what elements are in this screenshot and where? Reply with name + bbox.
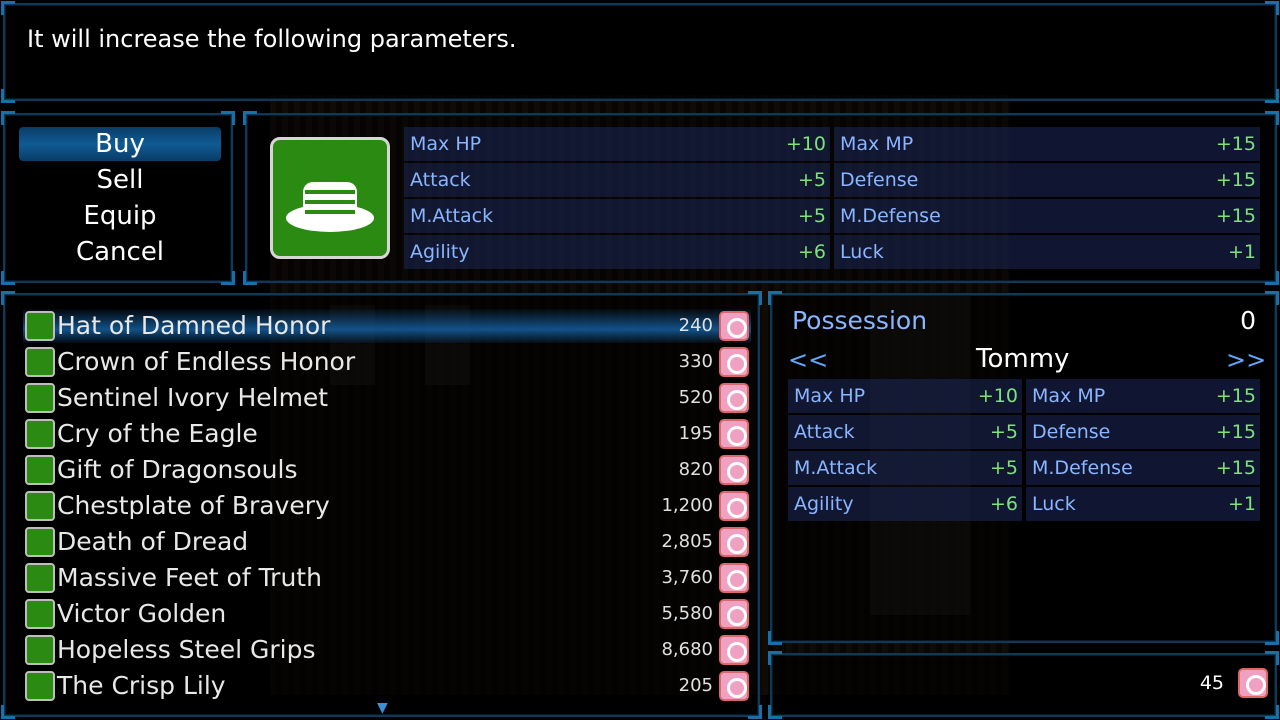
- possession-value: 0: [1240, 306, 1256, 335]
- status-stat-m-attack: M.Attack +5: [788, 451, 1022, 485]
- currency-icon: [719, 491, 749, 521]
- accessory-icon: [25, 671, 55, 701]
- detail-stat-max-hp: Max HP +10: [404, 127, 830, 161]
- equip-command[interactable]: Equip: [19, 199, 221, 233]
- status-stat-max-hp: Max HP +10: [788, 379, 1022, 413]
- list-item[interactable]: Hopeless Steel Grips 8,680: [23, 633, 751, 667]
- scroll-down-icon[interactable]: ▼: [377, 700, 388, 716]
- detail-stat-max-mp: Max MP +15: [834, 127, 1260, 161]
- helmet-icon: [25, 383, 55, 413]
- list-item[interactable]: Chestplate of Bravery 1,200: [23, 489, 751, 523]
- heavy-armor-icon: [25, 527, 55, 557]
- currency-icon: [719, 599, 749, 629]
- crown-icon: [25, 347, 55, 377]
- list-item[interactable]: Sentinel Ivory Helmet 520: [23, 381, 751, 415]
- detail-stat-attack: Attack +5: [404, 163, 830, 197]
- actor-name: Tommy: [976, 344, 1070, 374]
- list-item[interactable]: Gift of Dragonsouls 820: [23, 453, 751, 487]
- list-item[interactable]: The Crisp Lily 205: [23, 669, 751, 703]
- prev-actor-arrow[interactable]: <<: [788, 346, 828, 374]
- currency-icon: [719, 347, 749, 377]
- buy-command[interactable]: Buy: [19, 127, 221, 161]
- command-window: Buy Sell Equip Cancel: [1, 111, 235, 285]
- list-item[interactable]: Death of Dread 2,805: [23, 525, 751, 559]
- status-stat-defense: Defense +15: [1026, 415, 1260, 449]
- sell-command[interactable]: Sell: [19, 163, 221, 197]
- greaves-icon: [25, 599, 55, 629]
- currency-icon: [719, 455, 749, 485]
- status-stat-max-mp: Max MP +15: [1026, 379, 1260, 413]
- detail-stat-m-attack: M.Attack +5: [404, 199, 830, 233]
- robe-icon: [25, 455, 55, 485]
- possession-label: Possession: [792, 306, 928, 335]
- status-stat-attack: Attack +5: [788, 415, 1022, 449]
- list-item[interactable]: Cry of the Eagle 195: [23, 417, 751, 451]
- help-window: It will increase the following parameter…: [1, 1, 1279, 103]
- detail-stat-defense: Defense +15: [834, 163, 1260, 197]
- currency-icon: [719, 635, 749, 665]
- clothing-icon: [25, 419, 55, 449]
- gold-amount: 45: [1199, 672, 1224, 694]
- currency-icon: [719, 311, 749, 341]
- detail-stat-m-defense: M.Defense +15: [834, 199, 1260, 233]
- list-item[interactable]: Massive Feet of Truth 3,760: [23, 561, 751, 595]
- shop-item-list: Hat of Damned Honor 240 Crown of Endless …: [1, 291, 762, 719]
- status-stat-agility: Agility +6: [788, 487, 1022, 521]
- currency-icon: [719, 383, 749, 413]
- detail-stat-luck: Luck +1: [834, 235, 1260, 269]
- currency-icon: [719, 419, 749, 449]
- list-item[interactable]: Victor Golden 5,580: [23, 597, 751, 631]
- currency-icon: [719, 527, 749, 557]
- armor-icon: [25, 491, 55, 521]
- currency-icon: [1238, 668, 1268, 698]
- gauntlets-icon: [25, 635, 55, 665]
- next-actor-arrow[interactable]: >>: [1226, 346, 1266, 374]
- list-item[interactable]: Crown of Endless Honor 330: [23, 345, 751, 379]
- cancel-command[interactable]: Cancel: [19, 235, 221, 269]
- hat-icon: [25, 311, 55, 341]
- currency-icon: [719, 563, 749, 593]
- detail-stat-agility: Agility +6: [404, 235, 830, 269]
- hat-icon: [270, 137, 390, 259]
- status-stat-luck: Luck +1: [1026, 487, 1260, 521]
- status-stat-m-defense: M.Defense +15: [1026, 451, 1260, 485]
- help-text: It will increase the following parameter…: [27, 25, 517, 53]
- list-item[interactable]: Hat of Damned Honor 240: [23, 309, 751, 343]
- boots-icon: [25, 563, 55, 593]
- currency-icon: [719, 671, 749, 701]
